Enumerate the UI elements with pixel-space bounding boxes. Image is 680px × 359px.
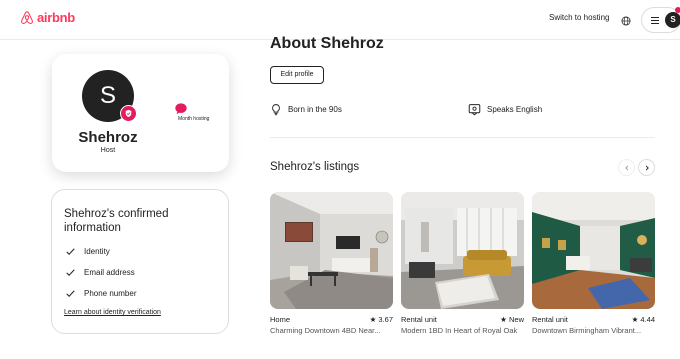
about-heading: About Shehroz xyxy=(270,35,384,52)
listing-card[interactable]: Rental unit ★ New Modern 1BD In Heart of… xyxy=(401,192,524,335)
fact-label: Born in the 90s xyxy=(288,105,342,114)
identity-verification-link[interactable]: Learn about identity verification xyxy=(64,309,161,316)
check-icon xyxy=(66,248,75,255)
chevron-right-icon xyxy=(645,165,649,170)
profile-role: Host xyxy=(100,147,116,154)
airbnb-logo-icon xyxy=(21,11,33,24)
listing-card[interactable]: Rental unit ★ 4.44 Downtown Birmingham V… xyxy=(532,192,655,335)
globe-icon[interactable] xyxy=(621,13,631,31)
check-icon xyxy=(66,290,75,297)
listing-title: Modern 1BD In Heart of Royal Oak xyxy=(401,326,518,335)
listing-card[interactable]: Home ★ 3.67 Charming Downtown 4BD Near..… xyxy=(270,192,393,335)
section-divider xyxy=(270,137,655,138)
fact-language: Speaks English xyxy=(468,103,542,116)
listing-rating: ★ 4.44 xyxy=(632,315,655,324)
listing-type: Rental unit xyxy=(532,315,568,324)
confirm-item-email: Email address xyxy=(65,267,135,278)
confirm-item-label: Identity xyxy=(84,247,110,256)
hamburger-icon xyxy=(651,17,659,26)
listing-title: Charming Downtown 4BD Near... xyxy=(270,326,381,335)
check-icon xyxy=(66,269,75,276)
fact-born: Born in the 90s xyxy=(270,103,342,116)
star-icon: ★ xyxy=(500,315,509,324)
user-avatar: S xyxy=(665,12,680,28)
speech-icon xyxy=(468,104,481,116)
notification-badge xyxy=(675,7,680,13)
listing-type: Home xyxy=(270,315,291,324)
rating-value: New xyxy=(508,315,524,324)
top-nav-bar: airbnb Switch to hosting S xyxy=(0,0,680,40)
listings-next-button[interactable] xyxy=(638,159,655,176)
confirm-item-label: Phone number xyxy=(84,289,137,298)
confirm-item-label: Email address xyxy=(84,268,135,277)
listing-photo[interactable] xyxy=(270,192,393,309)
lightbulb-icon xyxy=(272,104,280,116)
edit-profile-button[interactable]: Edit profile xyxy=(270,66,324,84)
listing-photo[interactable] xyxy=(532,192,655,309)
listing-rating: ★ 3.67 xyxy=(370,315,393,324)
switch-to-hosting-link[interactable]: Switch to hosting xyxy=(549,13,609,22)
fact-label: Speaks English xyxy=(487,105,543,114)
listings-heading: Shehroz's listings xyxy=(270,161,360,173)
profile-card: S Shehroz Host Month hosting xyxy=(52,54,229,172)
rating-value: 4.44 xyxy=(640,315,655,324)
verified-shield-icon xyxy=(120,105,137,122)
chevron-left-icon xyxy=(624,165,628,170)
confirm-item-phone: Phone number xyxy=(65,288,136,299)
listing-type: Rental unit xyxy=(401,315,437,324)
airbnb-logo[interactable]: airbnb xyxy=(20,10,75,25)
listing-rating: ★ New xyxy=(500,315,524,324)
profile-name: Shehroz xyxy=(78,129,138,146)
rating-value: 3.67 xyxy=(378,315,393,324)
confirmed-info-card: Shehroz's confirmed information Identity… xyxy=(51,189,229,334)
listings-prev-button[interactable] xyxy=(618,159,635,176)
listing-photo[interactable] xyxy=(401,192,524,309)
month-hosting-label: Month hosting xyxy=(178,116,210,122)
confirm-item-identity: Identity xyxy=(65,246,110,257)
listing-title: Downtown Birmingham Vibrant... xyxy=(532,326,642,335)
airbnb-wordmark: airbnb xyxy=(37,10,75,25)
confirmed-info-title: Shehroz's confirmed information xyxy=(64,208,169,234)
